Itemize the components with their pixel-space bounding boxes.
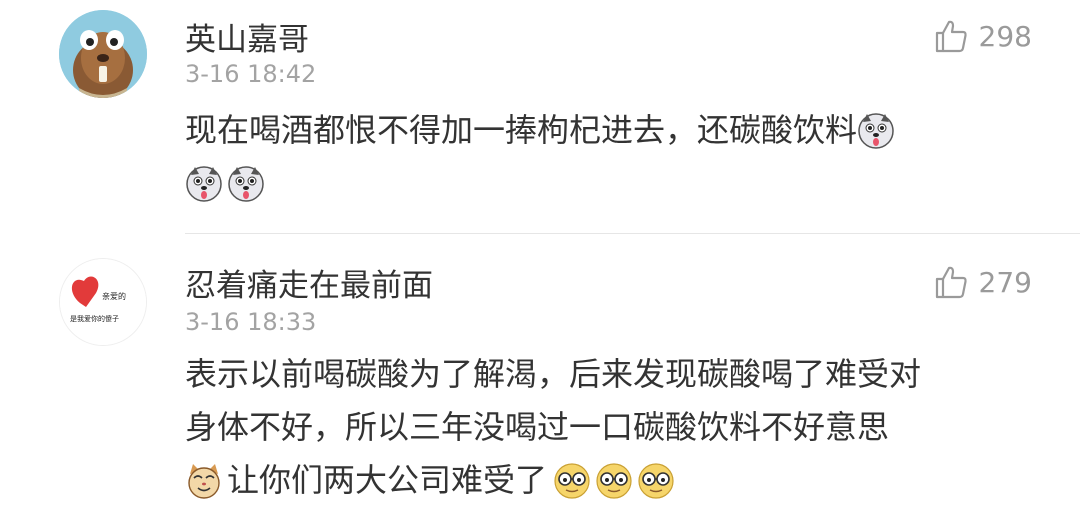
husky-emoji-icon: [227, 165, 265, 203]
squirrel-avatar-icon: [59, 10, 147, 98]
comment-line: [185, 157, 1045, 210]
like-button[interactable]: 279: [933, 264, 1032, 300]
comment-line: 身体不好，所以三年没喝过一口碳酸饮料不好意思: [185, 401, 1045, 454]
doge-glasses-emoji-icon: [553, 462, 591, 500]
avatar[interactable]: [59, 10, 147, 98]
comment-text: 让你们两大公司难受了: [227, 461, 548, 499]
comment-line: 现在喝酒都恨不得加一捧枸杞进去，还碳酸饮料: [185, 104, 1045, 157]
heart-handwriting-avatar-icon: 亲爱的 是我爱你的傻子: [60, 259, 146, 345]
thumbs-up-icon: [935, 20, 967, 53]
comment-text: 现在喝酒都恨不得加一捧枸杞进去，还碳酸饮料: [185, 111, 858, 149]
divider: [185, 233, 1080, 234]
husky-emoji-icon: [857, 112, 895, 150]
comment-text: 身体不好，所以三年没喝过一口碳酸饮料不好意思: [185, 408, 890, 446]
comment-content: 表示以前喝碳酸为了解渴，后来发现碳酸喝了难受对 身体不好，所以三年没喝过一口碳酸…: [185, 348, 1045, 507]
avatar[interactable]: 亲爱的 是我爱你的傻子: [59, 258, 147, 346]
like-count: 279: [978, 265, 1032, 299]
avatar-text: 亲爱的: [102, 291, 126, 301]
comment-time: 3-16 18:33: [185, 308, 317, 336]
comment-item: 亲爱的 是我爱你的傻子 忍着痛走在最前面 3-16 18:33 279 表示以前…: [0, 236, 1080, 531]
thumbs-up-icon: [935, 266, 967, 299]
like-count: 298: [978, 19, 1032, 53]
comment-time: 3-16 18:42: [185, 60, 317, 88]
comment-item: 英山嘉哥 3-16 18:42 298 现在喝酒都恨不得加一捧枸杞进去，还碳酸饮…: [0, 0, 1080, 232]
comment-text: 表示以前喝碳酸为了解渴，后来发现碳酸喝了难受对: [185, 355, 922, 393]
comment-content: 现在喝酒都恨不得加一捧枸杞进去，还碳酸饮料: [185, 104, 1045, 210]
like-button[interactable]: 298: [933, 18, 1032, 54]
username[interactable]: 英山嘉哥: [185, 14, 309, 59]
cat-emoji-icon: [185, 462, 223, 500]
avatar-text: 是我爱你的傻子: [70, 314, 119, 323]
husky-emoji-icon: [185, 165, 223, 203]
doge-glasses-emoji-icon: [595, 462, 633, 500]
username[interactable]: 忍着痛走在最前面: [185, 260, 433, 305]
comment-line: 让你们两大公司难受了: [185, 454, 1045, 507]
comment-line: 表示以前喝碳酸为了解渴，后来发现碳酸喝了难受对: [185, 348, 1045, 401]
doge-glasses-emoji-icon: [637, 462, 675, 500]
